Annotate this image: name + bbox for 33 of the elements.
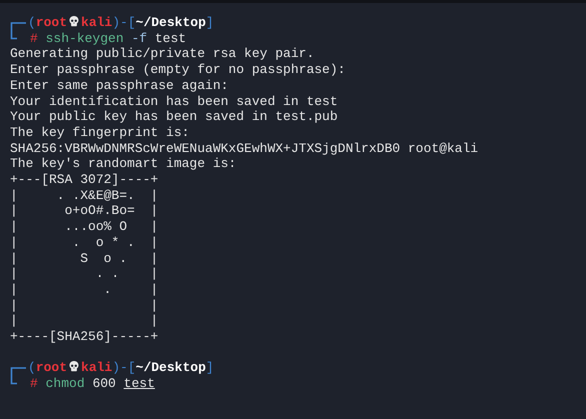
skull-icon bbox=[69, 16, 80, 27]
output-line: +----[SHA256]-----+ bbox=[10, 329, 160, 345]
command-argument: 600 bbox=[92, 376, 116, 392]
output-line: | . o * . | bbox=[10, 234, 160, 251]
prompt-user-host: (root kali)-[~/Desktop] bbox=[28, 360, 214, 376]
skull-icon bbox=[69, 361, 80, 372]
output-line: +---[RSA 3072]----+ bbox=[10, 172, 160, 188]
output-line: | | bbox=[10, 313, 160, 330]
command-argument: test bbox=[124, 376, 155, 392]
prompt-bracket-drawing bbox=[10, 367, 27, 386]
output-line: | | bbox=[10, 298, 160, 314]
prompt-bracket-drawing bbox=[10, 22, 27, 40]
output-line: The key fingerprint is: bbox=[10, 124, 190, 141]
output-line: | . | bbox=[10, 282, 160, 298]
output-line: Enter passphrase (empty for no passphrase): bbox=[10, 62, 346, 78]
output-line: Your identification has been saved in test bbox=[10, 94, 339, 110]
output-line: | o+oO#.Bo= | bbox=[10, 203, 160, 220]
output-line: | . .X&E@B=. | bbox=[10, 188, 160, 204]
prompt-symbol: # bbox=[30, 376, 38, 392]
command-name: ssh-keygen bbox=[46, 30, 124, 46]
command-argument: -f bbox=[131, 30, 148, 46]
output-line: Enter same passphrase again: bbox=[10, 78, 230, 94]
prompt-symbol: # bbox=[30, 30, 38, 46]
output-line: Generating public/private rsa key pair. bbox=[10, 46, 316, 62]
command-name: chmod bbox=[46, 376, 85, 392]
output-line: SHA256:VBRWwDNMRScWreWENuaWKxGEwhWX+JTXSjgDNlrxDB0 root@kali bbox=[10, 140, 480, 156]
command-argument: test bbox=[154, 30, 186, 46]
output-line: The key's randomart image is: bbox=[10, 156, 238, 172]
prompt-user-host: (root kali)-[~/Desktop] bbox=[28, 15, 214, 30]
output-line: | . . | bbox=[10, 266, 160, 282]
output-line: | ...oo% O | bbox=[10, 219, 160, 235]
output-line: | S o . | bbox=[10, 250, 160, 266]
output-line: Your public key has been saved in test.pub bbox=[10, 109, 339, 125]
